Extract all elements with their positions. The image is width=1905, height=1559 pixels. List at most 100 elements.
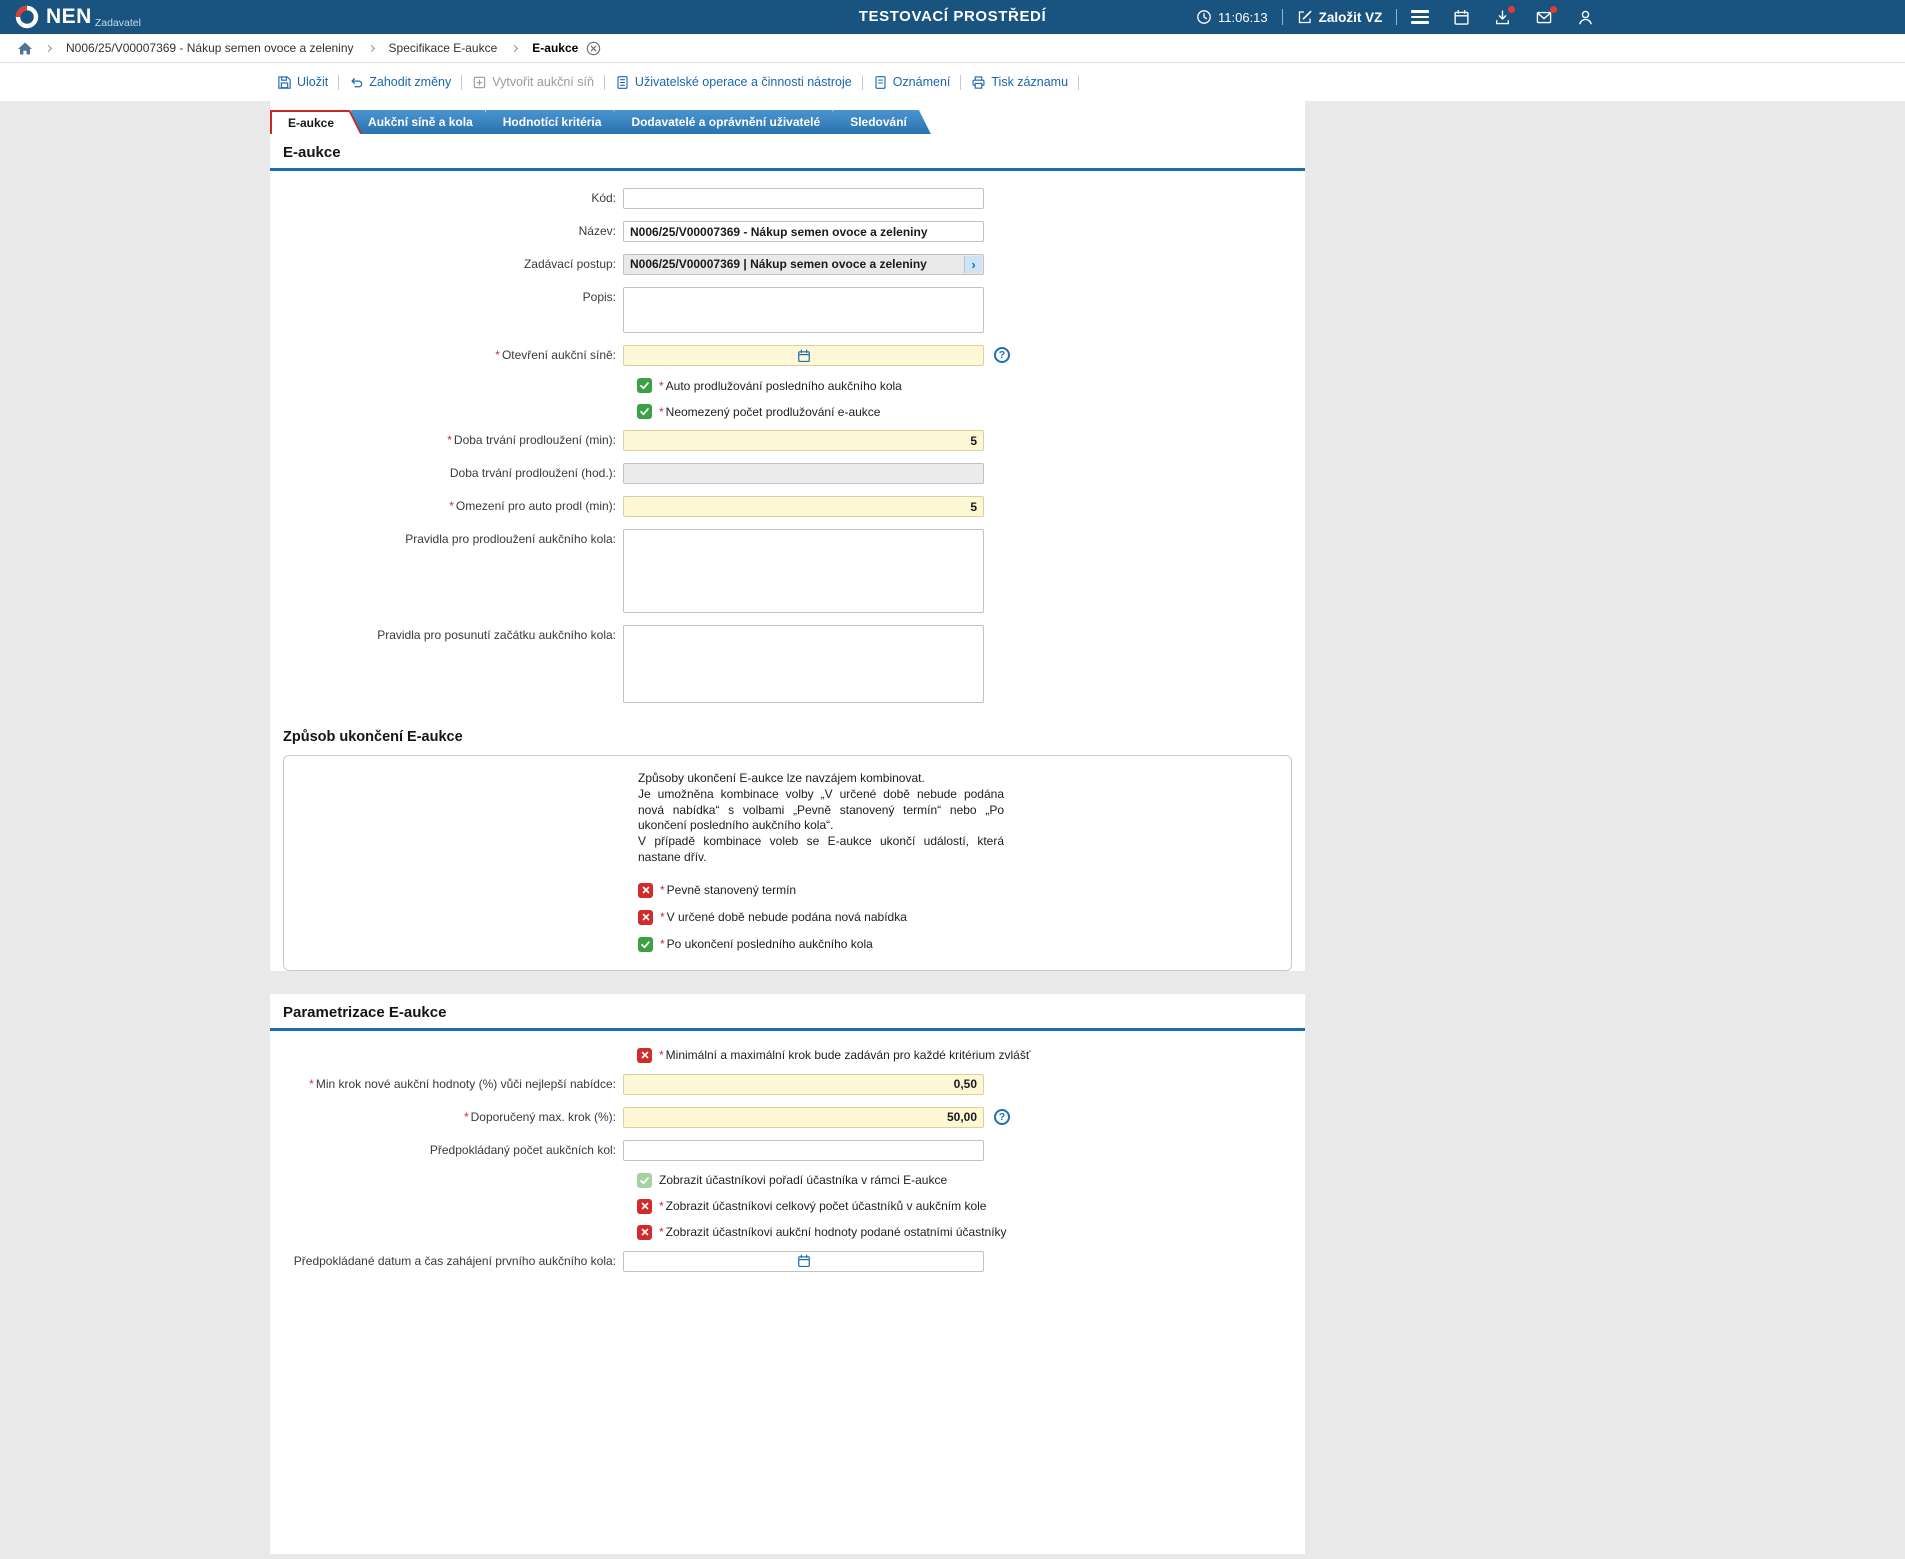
form-row: * Otevření aukční síně: ?: [270, 345, 1305, 366]
tab-sledovani[interactable]: Sledování: [833, 110, 931, 134]
discard-changes-button[interactable]: Zahodit změny: [339, 75, 461, 90]
cb-label: * Minimální a maximální krok bude zadáván…: [659, 1048, 1031, 1063]
eaukce-panel: E-aukce Aukční síně a kola Hodnotící kri…: [270, 101, 1305, 971]
tab-hodnotici-kriteria[interactable]: Hodnotící kritéria: [486, 110, 626, 134]
kod-input[interactable]: [623, 188, 984, 209]
popis-label: Popis:: [582, 290, 616, 304]
section-title-eaukce: E-aukce: [270, 134, 1305, 171]
zadavaci-postup-value: N006/25/V00007369 | Nákup semen ovoce a …: [630, 257, 927, 271]
zadavaci-postup-label: Zadávací postup:: [523, 257, 616, 271]
downloads-button[interactable]: [1494, 5, 1516, 26]
calendar-button[interactable]: [1453, 9, 1470, 26]
edit-icon: [1298, 10, 1312, 24]
cb-min-max-krok-row: * Minimální a maximální krok bude zadáván…: [637, 1047, 1305, 1063]
cb-label: * Pevně stanovený termín: [660, 883, 797, 898]
check-icon: [641, 941, 650, 949]
profile-button[interactable]: [1577, 9, 1594, 26]
section-title-parametrizace: Parametrizace E-aukce: [270, 994, 1305, 1031]
printer-icon: [972, 75, 985, 89]
user-operations-button[interactable]: Uživatelské operace a činnosti nástroje: [605, 75, 862, 90]
nazev-input[interactable]: [623, 221, 984, 242]
datepicker-icon[interactable]: [797, 349, 811, 363]
pravidla-prodlouzeni-textarea[interactable]: [623, 529, 984, 613]
discard-label: Zahodit změny: [369, 75, 452, 89]
cb-poradi-row: Zobrazit účastníkovi pořadí účastníka v …: [637, 1172, 1305, 1188]
breadcrumb-separator: [511, 44, 519, 52]
checkbox-checked[interactable]: [638, 936, 653, 952]
pravidla-posunuti-textarea[interactable]: [623, 625, 984, 703]
help-icon[interactable]: ?: [994, 347, 1010, 363]
calendar-icon: [1454, 9, 1469, 25]
omezeni-input[interactable]: [623, 496, 984, 517]
cb-label: * V určené době nebude podána nová nabídk…: [660, 910, 907, 925]
form-row: Předpokládaný počet aukčních kol:: [270, 1139, 1305, 1161]
close-tab-icon[interactable]: [586, 41, 601, 56]
cb-urcena-doba-row: * V určené době nebude podána nová nabídk…: [638, 909, 1291, 925]
help-icon[interactable]: ?: [994, 1108, 1010, 1125]
cb-po-ukonceni-row: * Po ukončení posledního aukčního kola: [638, 936, 1291, 952]
create-auction-room-button: Vytvořit aukční síň: [462, 75, 604, 90]
tab-eaukce[interactable]: E-aukce: [270, 110, 362, 134]
zadavaci-postup-field: N006/25/V00007369 | Nákup semen ovoce a …: [623, 254, 984, 275]
omezeni-label: * Omezení pro auto prodl (min):: [449, 499, 616, 513]
clock-time: 11:06:13: [1218, 9, 1268, 25]
doba-min-label: * Doba trvání prodloužení (min):: [447, 433, 616, 447]
app-header: NEN Zadavatel TESTOVACÍ PROSTŘEDÍ 11:06:…: [0, 0, 1905, 34]
breadcrumb-procedure[interactable]: N006/25/V00007369 - Nákup semen ovoce a …: [64, 41, 356, 55]
pravidla-posunuti-label: Pravidla pro posunutí začátku aukčního k…: [377, 628, 616, 642]
checkbox-unchecked[interactable]: [637, 1198, 652, 1214]
print-record-button[interactable]: Tisk záznamu: [961, 75, 1078, 90]
min-krok-label: * Min krok nové aukční hodnoty (%) vůči n…: [309, 1076, 616, 1091]
min-krok-input[interactable]: [623, 1073, 984, 1095]
cb-label: * Auto prodlužování posledního aukčního k…: [659, 378, 902, 393]
checkbox-checked[interactable]: [637, 404, 652, 419]
cb-neomezeny-pocet-row: * Neomezený počet prodlužování e-aukce: [637, 404, 1305, 419]
cb-label: * Zobrazit účastníkovi celkový počet účas…: [659, 1199, 987, 1214]
checkbox-checked[interactable]: [637, 378, 652, 393]
clock-icon: [1197, 10, 1211, 24]
breadcrumb-specification[interactable]: Specifikace E-aukce: [387, 41, 500, 55]
notifications-button[interactable]: Oznámení: [863, 75, 961, 90]
menu-icon[interactable]: [1411, 10, 1430, 24]
check-icon: [640, 382, 649, 390]
doba-min-input[interactable]: [623, 430, 984, 451]
checkbox-unchecked[interactable]: [638, 882, 653, 898]
popis-textarea[interactable]: [623, 287, 984, 333]
home-icon[interactable]: [17, 41, 33, 56]
x-icon: [641, 1203, 648, 1210]
form-row: Název:: [270, 221, 1305, 242]
mail-badge: [1550, 5, 1558, 13]
pocet-kol-input[interactable]: [623, 1139, 984, 1161]
form-row: Zadávací postup: N006/25/V00007369 | Nák…: [270, 254, 1305, 275]
create-vz-button[interactable]: Založit VZ: [1297, 9, 1382, 25]
checkbox-unchecked[interactable]: [637, 1224, 652, 1240]
checkbox-checked-disabled: [637, 1172, 652, 1188]
form-row: Předpokládané datum a čas zahájení první…: [270, 1250, 1305, 1272]
cb-pevny-termin-row: * Pevně stanovený termín: [638, 882, 1291, 898]
panel-gap: [0, 985, 1905, 994]
cb-pocet-ucastniku-row: * Zobrazit účastníkovi celkový počet účas…: [637, 1198, 1305, 1214]
open-procedure-icon[interactable]: ›: [964, 256, 982, 273]
max-krok-input[interactable]: [623, 1106, 984, 1128]
zpusob-info-text: Způsoby ukončení E-aukce lze navzájem ko…: [638, 771, 1004, 865]
check-icon: [640, 1177, 649, 1185]
record-toolbar: Uložit Zahodit změny Vytvořit aukční síň…: [0, 63, 1905, 101]
nazev-label: Název:: [578, 224, 616, 238]
breadcrumb-current[interactable]: E-aukce: [530, 41, 580, 55]
tab-aukcni-sine[interactable]: Aukční síně a kola: [351, 110, 497, 134]
checkbox-unchecked[interactable]: [638, 909, 653, 925]
parametrizace-panel: Parametrizace E-aukce * Minimální a maxim…: [270, 993, 1305, 1554]
undo-icon: [351, 77, 363, 87]
messages-button[interactable]: [1535, 5, 1558, 26]
breadcrumb: N006/25/V00007369 - Nákup semen ovoce a …: [0, 34, 1905, 63]
header-separator: [1396, 9, 1398, 25]
datepicker-icon[interactable]: [797, 1254, 811, 1268]
toolbar-separator: [1078, 74, 1080, 90]
save-button[interactable]: Uložit: [277, 75, 338, 90]
notice-icon: [875, 75, 886, 89]
tab-dodavatele[interactable]: Dodavatelé a oprávnění uživatelé: [614, 110, 844, 134]
kod-label: Kód:: [591, 191, 616, 205]
max-krok-label: * Doporučený max. krok (%):: [463, 1109, 616, 1124]
clock: 11:06:13: [1196, 9, 1268, 25]
checkbox-unchecked[interactable]: [637, 1047, 652, 1063]
